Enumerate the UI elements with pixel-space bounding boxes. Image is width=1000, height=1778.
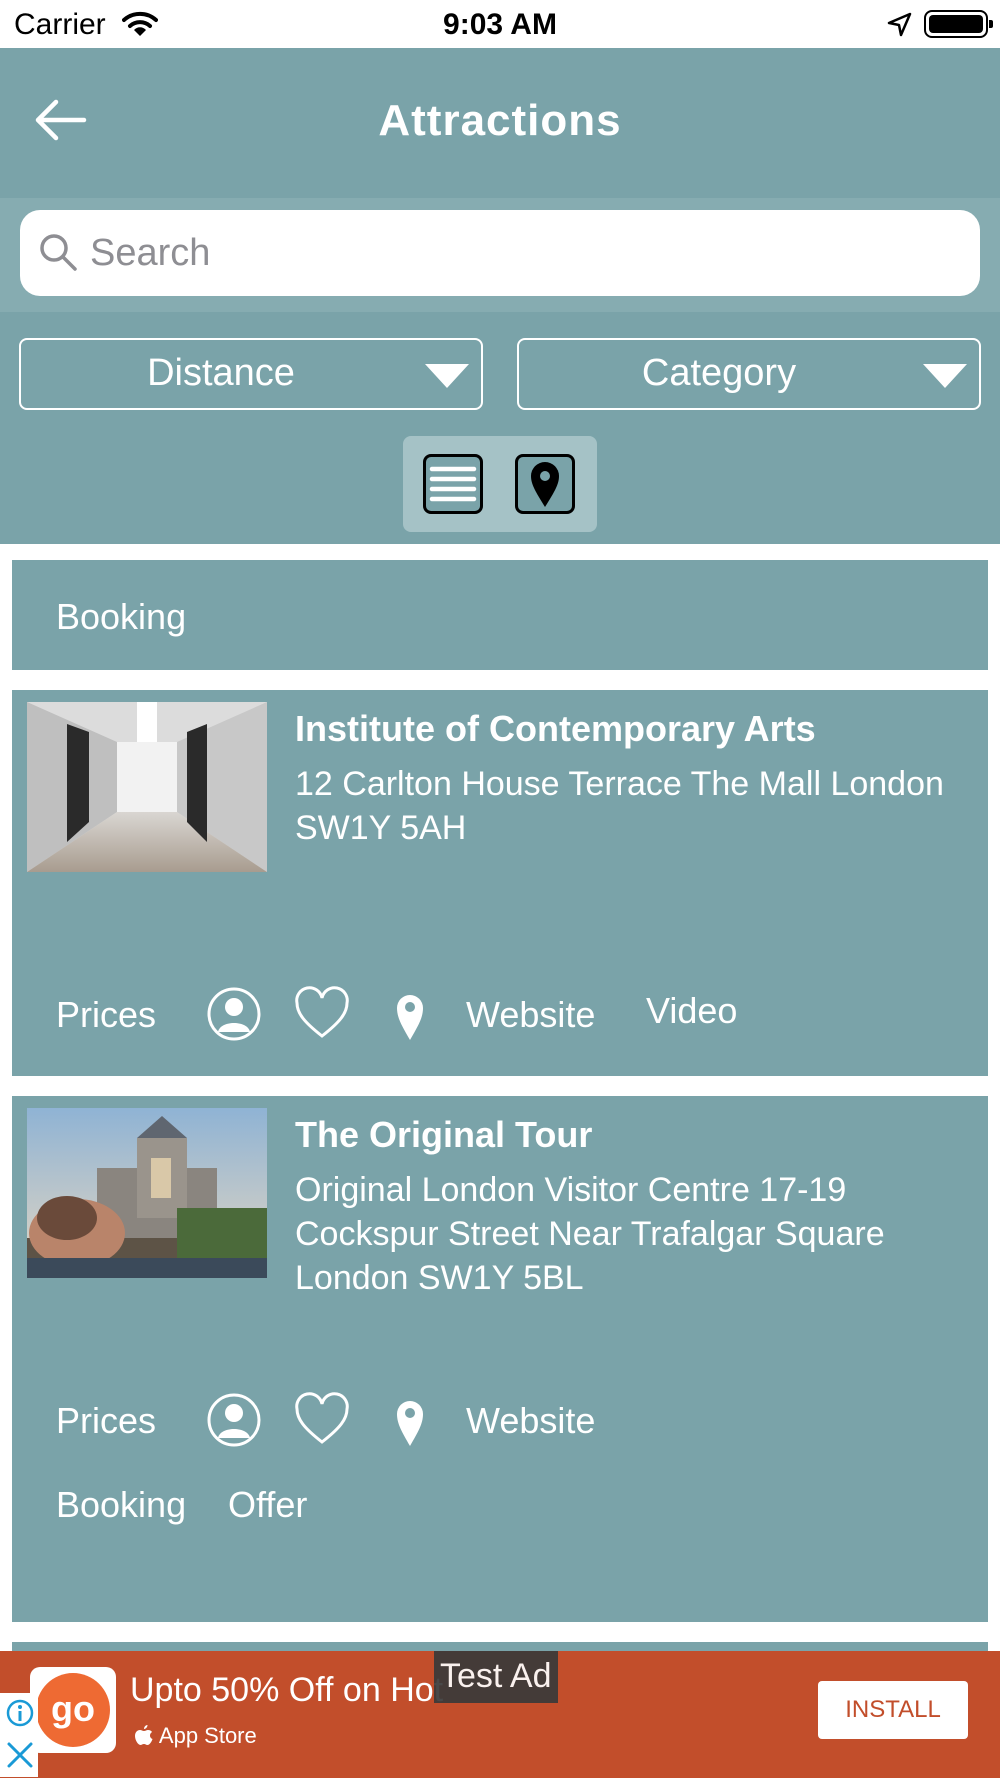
ad-banner[interactable]: go Upto 50% Off on Hot App Store INSTALL… <box>0 1651 1000 1778</box>
status-time: 9:03 AM <box>443 8 557 41</box>
search-icon <box>40 234 77 271</box>
status-bar: Carrier 9:03 AM <box>0 0 1000 48</box>
attraction-address: Original London Visitor Centre 17-19 Coc… <box>295 1171 885 1297</box>
booking-link[interactable]: Booking <box>56 596 186 638</box>
attraction-title: Institute of Contemporary Arts <box>295 708 816 749</box>
filter-area: Distance Category <box>0 312 1000 544</box>
action-row: Prices Website <box>56 1388 956 1452</box>
booking-link[interactable]: Booking <box>56 1484 186 1526</box>
ad-app-logo: go <box>36 1673 110 1747</box>
ad-store-text: App Store <box>158 1723 257 1748</box>
heart-icon[interactable] <box>294 1392 350 1448</box>
page-title: Attractions <box>378 96 622 145</box>
adchoices <box>0 1693 38 1777</box>
website-link[interactable]: Website <box>466 994 595 1036</box>
dropdown-caret-icon <box>425 364 469 388</box>
list-icon <box>429 466 477 502</box>
attraction-thumbnail <box>27 702 267 872</box>
action-row: Prices Website Video <box>56 982 956 1046</box>
person-icon[interactable] <box>206 986 262 1042</box>
test-ad-label: Test Ad <box>434 1651 558 1703</box>
location-arrow-icon <box>887 12 912 37</box>
list-item[interactable]: The Original Tour Original London Visito… <box>12 1096 988 1622</box>
offer-link[interactable]: Offer <box>228 1484 307 1526</box>
ad-app-icon[interactable]: go <box>30 1667 116 1753</box>
search-input[interactable] <box>90 224 950 282</box>
apple-icon <box>135 1725 153 1745</box>
distance-dropdown[interactable]: Distance <box>19 338 483 410</box>
attraction-thumbnail <box>27 1108 267 1278</box>
list-view-button[interactable] <box>423 454 483 514</box>
map-view-button[interactable] <box>515 454 575 514</box>
person-icon[interactable] <box>206 1392 262 1448</box>
location-pin-icon[interactable] <box>382 1392 438 1448</box>
search-field[interactable] <box>20 210 980 296</box>
nav-header: Attractions <box>0 48 1000 198</box>
view-toggle <box>403 436 597 532</box>
map-pin-icon <box>531 462 559 507</box>
website-link[interactable]: Website <box>466 1400 595 1442</box>
list-item[interactable]: Institute of Contemporary Arts 12 Carlto… <box>12 690 988 1076</box>
attraction-title: The Original Tour <box>295 1114 593 1155</box>
ad-headline[interactable]: Upto 50% Off on Hot <box>130 1671 443 1710</box>
dropdown-caret-icon <box>923 364 967 388</box>
ad-store-label: App Store <box>134 1723 257 1749</box>
heart-icon[interactable] <box>294 986 350 1042</box>
close-icon[interactable] <box>6 1741 34 1769</box>
prices-link[interactable]: Prices <box>56 1400 156 1442</box>
info-icon[interactable] <box>6 1699 34 1727</box>
action-row-secondary: Booking Offer <box>56 1484 956 1534</box>
category-label: Category <box>641 352 797 394</box>
prices-link[interactable]: Prices <box>56 994 156 1036</box>
list-item: Booking <box>12 560 988 670</box>
distance-label: Distance <box>147 352 295 394</box>
list-item <box>12 1642 988 1651</box>
battery-icon <box>924 10 993 38</box>
attraction-address: 12 Carlton House Terrace The Mall London… <box>295 765 944 847</box>
search-bar <box>0 198 1000 312</box>
category-dropdown[interactable]: Category <box>517 338 981 410</box>
video-link[interactable]: Video <box>646 990 737 1032</box>
location-pin-icon[interactable] <box>382 986 438 1042</box>
install-button[interactable]: INSTALL <box>818 1681 968 1739</box>
attractions-list: Booking Institute of Contemporary Arts 1… <box>0 544 1000 1651</box>
